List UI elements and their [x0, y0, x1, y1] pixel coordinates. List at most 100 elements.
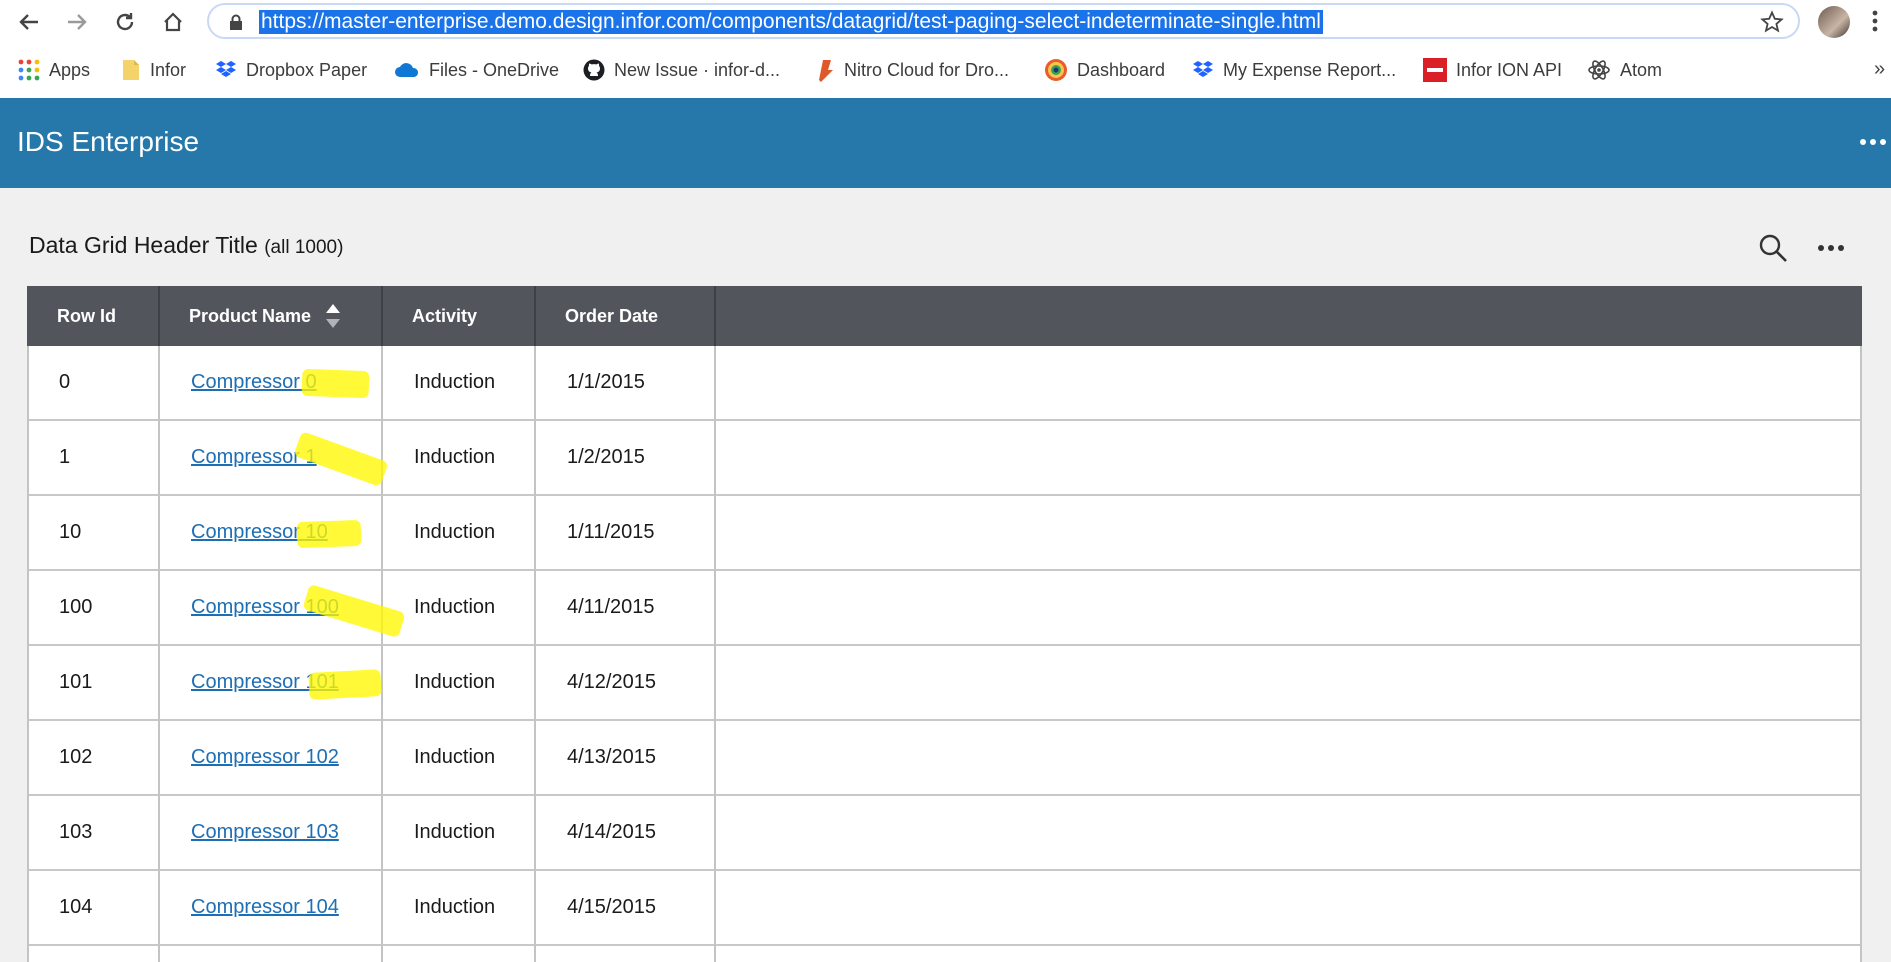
bookmark-label: Dashboard: [1077, 59, 1166, 80]
cell-activity: Induction: [414, 596, 496, 618]
infor-logo-icon: [1423, 58, 1447, 82]
cell-order-date: 4/12/2015: [567, 671, 656, 693]
table-row[interactable]: 101 Compressor 101 Induction 4/12/2015: [27, 646, 1862, 721]
bookmark-label: Infor: [150, 59, 187, 80]
grid-header-row: Row Id Product Name Activity Order Date: [27, 286, 1862, 346]
search-icon[interactable]: [1758, 233, 1788, 263]
product-link[interactable]: Compressor 104: [191, 871, 339, 944]
address-bar[interactable]: https://master-enterprise.demo.design.in…: [207, 3, 1800, 39]
bookmark-label: Files - OneDrive: [429, 59, 560, 80]
sort-indicator-icon[interactable]: [325, 303, 341, 329]
lock-icon: [230, 14, 242, 30]
bookmark-onedrive[interactable]: Files - OneDrive: [394, 58, 559, 82]
folder-icon: [123, 60, 139, 80]
atom-icon: [1588, 60, 1610, 80]
bookmarks-overflow-button[interactable]: »: [1874, 58, 1885, 81]
column-header-product-name[interactable]: Product Name: [189, 286, 311, 346]
bookmark-infor[interactable]: Infor: [121, 58, 186, 82]
reload-icon: [116, 13, 134, 31]
home-button[interactable]: [158, 8, 188, 36]
bookmark-label: New Issue · infor-d...: [614, 59, 781, 80]
cell-row-id: 100: [59, 596, 93, 618]
cell-activity: Induction: [414, 746, 496, 768]
cell-order-date: 4/11/2015: [567, 596, 655, 618]
grid-left-border: [27, 346, 29, 962]
cell-row-id: 10: [59, 521, 82, 543]
cell-order-date: 4/13/2015: [567, 746, 656, 768]
cell-activity: Induction: [414, 371, 496, 393]
column-divider: [158, 286, 160, 346]
table-row[interactable]: 100 Compressor 100 Induction 4/11/2015: [27, 571, 1862, 646]
cell-activity: Induction: [414, 896, 496, 918]
cell-order-date: 1/2/2015: [567, 446, 645, 468]
cell-activity: Induction: [414, 671, 496, 693]
dashboard-icon: [1045, 59, 1067, 81]
product-link[interactable]: Compressor 103: [191, 796, 339, 869]
cell-order-date: 1/1/2015: [567, 371, 645, 393]
apps-grid-icon: [18, 59, 40, 81]
cell-order-date: 4/15/2015: [567, 896, 656, 918]
url-text[interactable]: https://master-enterprise.demo.design.in…: [259, 10, 1323, 34]
column-header-row-id[interactable]: Row Id: [57, 286, 116, 346]
bookmark-expense[interactable]: My Expense Report...: [1192, 58, 1396, 82]
cell-row-id: 103: [59, 821, 93, 843]
bookmark-dropbox-paper[interactable]: Dropbox Paper: [215, 58, 367, 82]
profile-avatar[interactable]: [1818, 6, 1850, 38]
onedrive-icon: [395, 63, 419, 77]
column-divider: [714, 286, 716, 346]
column-divider: [381, 346, 383, 962]
nitro-icon: [819, 60, 833, 82]
table-row[interactable]: 102 Compressor 102 Induction 4/13/2015: [27, 721, 1862, 796]
column-divider: [534, 346, 536, 962]
back-button[interactable]: [14, 8, 44, 36]
bookmark-label: Infor ION API: [1456, 59, 1563, 80]
bookmark-label: Apps: [49, 59, 91, 80]
grid-record-count: (all 1000): [264, 237, 344, 258]
product-link[interactable]: Compressor 102: [191, 721, 339, 794]
bookmark-label: My Expense Report...: [1223, 59, 1397, 80]
bookmark-new-issue[interactable]: New Issue · infor-d...: [583, 58, 780, 82]
cell-order-date: 4/14/2015: [567, 821, 656, 843]
bookmark-atom[interactable]: Atom: [1587, 58, 1662, 82]
app-more-actions-icon[interactable]: [1859, 138, 1887, 146]
bookmark-infor-ion[interactable]: Infor ION API: [1423, 58, 1562, 82]
column-divider: [381, 286, 383, 346]
grid-title-text: Data Grid Header Title: [29, 232, 258, 258]
cell-row-id: 102: [59, 746, 93, 768]
highlight-mark: [308, 669, 382, 700]
dropbox-icon: [1193, 61, 1213, 77]
browser-chrome: https://master-enterprise.demo.design.in…: [0, 0, 1891, 98]
product-link[interactable]: Compressor 1: [191, 421, 317, 494]
grid-more-actions-icon[interactable]: [1817, 244, 1845, 252]
column-header-order-date[interactable]: Order Date: [565, 286, 658, 346]
cell-row-id: 101: [59, 671, 93, 693]
github-icon: [583, 59, 605, 81]
cell-row-id: 104: [59, 896, 93, 918]
table-row[interactable]: 103 Compressor 103 Induction 4/14/2015: [27, 796, 1862, 871]
table-row[interactable]: [27, 946, 1862, 962]
dropbox-icon: [216, 61, 236, 77]
bookmark-apps[interactable]: Apps: [18, 58, 90, 82]
bookmarks-bar: Apps Infor Dropbox Paper Files - OneDriv…: [0, 50, 1891, 90]
cell-row-id: 1: [59, 446, 71, 468]
product-link[interactable]: Compressor 0: [191, 346, 317, 419]
bookmark-label: Nitro Cloud for Dro...: [844, 59, 1010, 80]
home-icon: [164, 12, 182, 32]
table-row[interactable]: 104 Compressor 104 Induction 4/15/2015: [27, 871, 1862, 946]
cell-activity: Induction: [414, 446, 496, 468]
bookmark-nitro[interactable]: Nitro Cloud for Dro...: [815, 58, 1009, 82]
forward-button[interactable]: [62, 8, 92, 36]
bookmark-star-icon[interactable]: [1760, 10, 1784, 34]
cell-row-id: 0: [59, 371, 71, 393]
column-divider: [714, 346, 716, 962]
column-header-activity[interactable]: Activity: [412, 286, 477, 346]
cell-activity: Induction: [414, 521, 496, 543]
cell-order-date: 1/11/2015: [567, 521, 655, 543]
column-divider: [534, 286, 536, 346]
cell-activity: Induction: [414, 821, 496, 843]
reload-button[interactable]: [110, 8, 140, 36]
browser-menu-icon[interactable]: [1872, 10, 1878, 32]
grid-right-border: [1860, 346, 1862, 962]
bookmark-dashboard[interactable]: Dashboard: [1044, 58, 1165, 82]
bookmark-label: Dropbox Paper: [246, 59, 368, 80]
